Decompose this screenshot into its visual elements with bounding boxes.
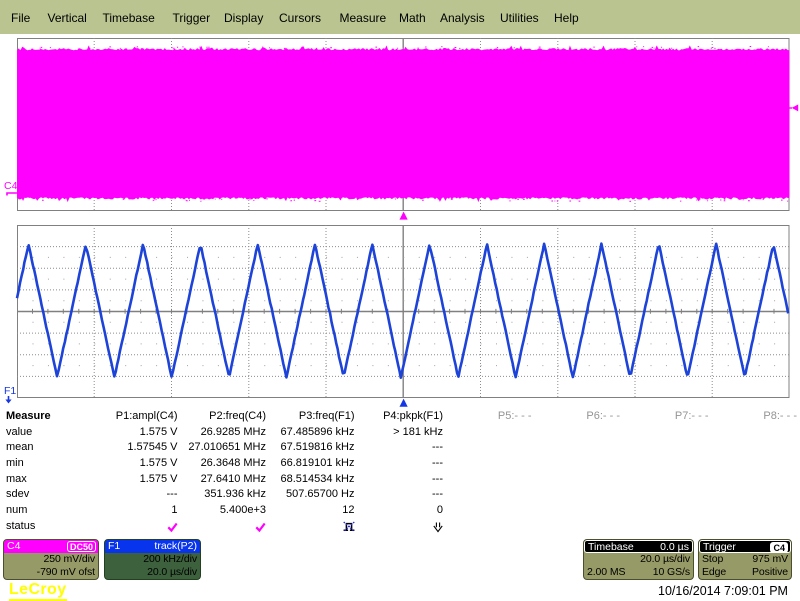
svg-text:C4: C4 — [4, 180, 18, 192]
svg-text:F1: F1 — [4, 385, 16, 397]
